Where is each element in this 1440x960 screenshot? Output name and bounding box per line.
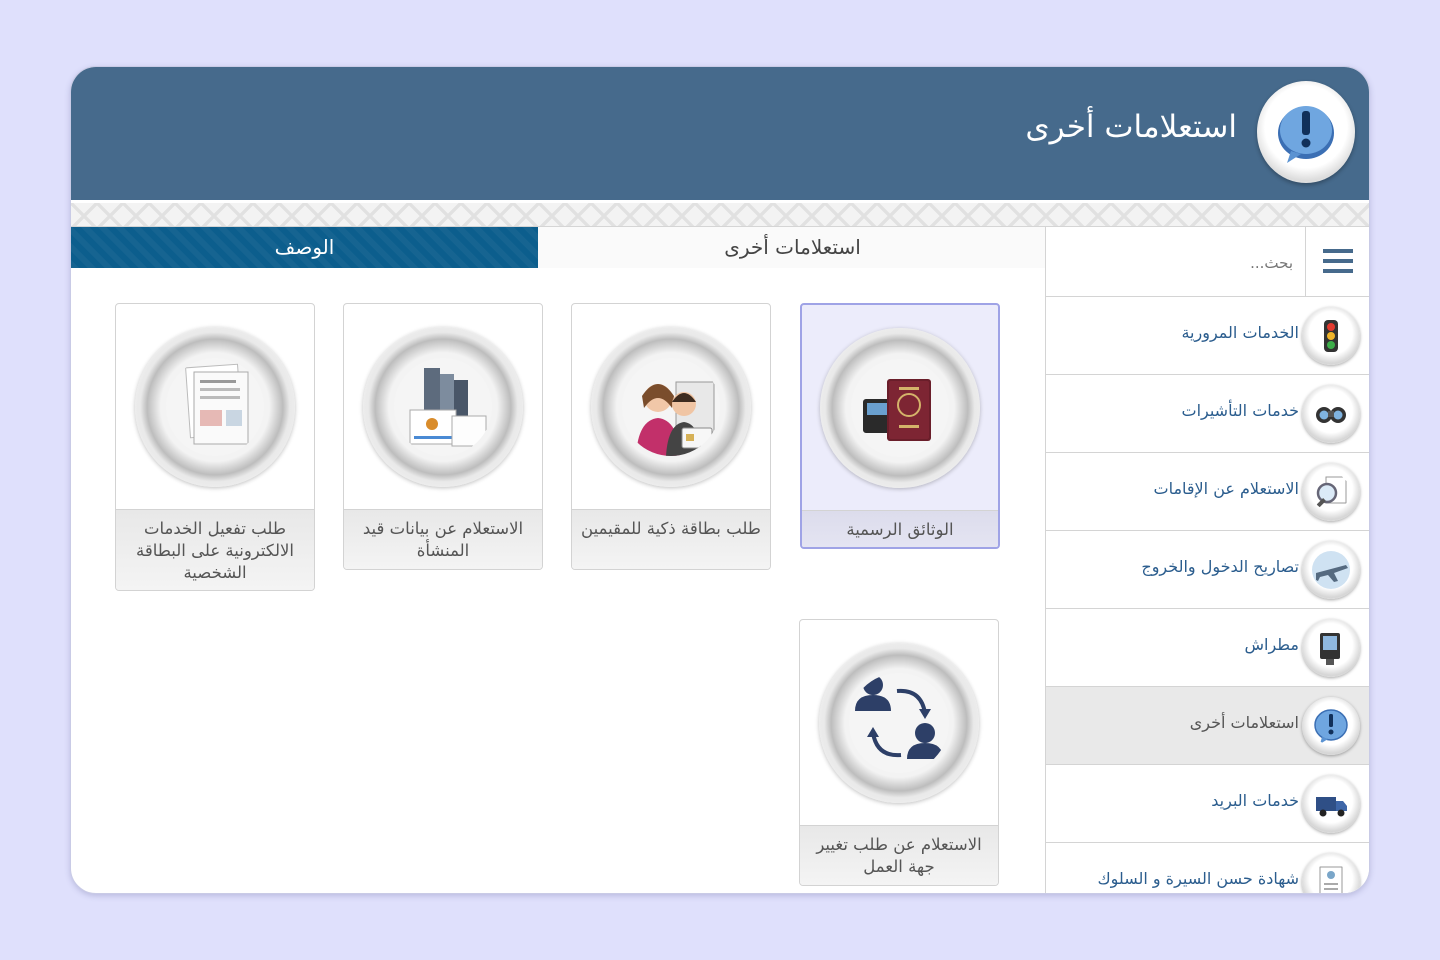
sidebar-item-postal-services[interactable]: خدمات البريد xyxy=(1046,765,1369,843)
service-card-activate-e-services[interactable]: طلب تفعيل الخدمات الالكترونية على البطاق… xyxy=(115,303,315,591)
delivery-truck-icon xyxy=(1302,775,1360,833)
sidebar-item-label: استعلامات أخرى xyxy=(1189,713,1299,732)
service-card-official-documents[interactable]: الوثائق الرسمية xyxy=(800,303,1000,549)
sidebar-item-other-inquiries[interactable]: استعلامات أخرى xyxy=(1046,687,1369,765)
search-row xyxy=(1046,227,1369,297)
passport-icon xyxy=(820,327,980,488)
sidebar-item-good-conduct-certificate[interactable]: شهادة حسن السيرة و السلوك xyxy=(1046,843,1369,893)
page-header: استعلامات أخرى xyxy=(71,67,1369,200)
sidebar-item-label: الخدمات المرورية xyxy=(1181,323,1299,342)
resident-id-card-icon xyxy=(591,326,751,487)
magnifier-document-icon xyxy=(1302,463,1360,521)
sidebar-item-label: الاستعلام عن الإقامات xyxy=(1153,479,1299,498)
binoculars-icon xyxy=(1302,385,1360,443)
certificate-icon xyxy=(1302,853,1360,893)
documents-stack-icon xyxy=(135,326,295,487)
card-label: الاستعلام عن طلب تغيير جهة العمل xyxy=(800,825,998,885)
tab-description[interactable]: الوصف xyxy=(71,227,538,268)
sidebar-item-traffic-services[interactable]: الخدمات المرورية xyxy=(1046,297,1369,375)
sidebar-item-residency-inquiry[interactable]: الاستعلام عن الإقامات xyxy=(1046,453,1369,531)
exclamation-bubble-icon xyxy=(1257,81,1355,183)
sidebar-item-label: تصاريح الدخول والخروج xyxy=(1141,557,1299,576)
sidebar-item-entry-exit-permits[interactable]: تصاريح الدخول والخروج xyxy=(1046,531,1369,609)
page-title: استعلامات أخرى xyxy=(1025,109,1237,145)
hamburger-icon xyxy=(1322,248,1353,273)
hamburger-menu-button[interactable] xyxy=(1305,227,1369,296)
sidebar-item-label: خدمات التأشيرات xyxy=(1181,401,1299,420)
service-card-resident-smart-card[interactable]: طلب بطاقة ذكية للمقيمين xyxy=(571,303,771,570)
content-tabs: الوصف استعلامات أخرى xyxy=(71,227,1047,268)
sidebar-item-label: شهادة حسن السيرة و السلوك xyxy=(1097,869,1299,888)
service-card-establishment-data[interactable]: الاستعلام عن بيانات قيد المنشأة xyxy=(343,303,543,570)
sidebar-item-metrash[interactable]: مطراش xyxy=(1046,609,1369,687)
card-label: طلب بطاقة ذكية للمقيمين xyxy=(572,509,770,569)
establishment-certificate-icon xyxy=(363,326,523,487)
kiosk-icon xyxy=(1302,619,1360,677)
traffic-light-icon xyxy=(1302,307,1360,365)
decorative-pattern-strip xyxy=(71,200,1369,227)
sidebar-item-label: خدمات البريد xyxy=(1211,791,1299,810)
airplane-icon xyxy=(1302,541,1360,599)
sidebar: الخدمات المرورية خدمات التأشيرات xyxy=(1045,227,1369,893)
sidebar-item-label: مطراش xyxy=(1244,635,1300,654)
service-card-change-employer[interactable]: الاستعلام عن طلب تغيير جهة العمل xyxy=(799,619,999,886)
people-exchange-icon xyxy=(819,642,979,803)
tab-current-section[interactable]: استعلامات أخرى xyxy=(538,227,1047,268)
card-label: الاستعلام عن بيانات قيد المنشأة xyxy=(344,509,542,569)
card-label: طلب تفعيل الخدمات الالكترونية على البطاق… xyxy=(116,509,314,590)
card-label: الوثائق الرسمية xyxy=(802,510,998,547)
app-window: استعلامات أخرى الوصف استعلامات أخرى الوث… xyxy=(70,66,1370,894)
exclamation-bubble-icon xyxy=(1302,697,1360,755)
search-input[interactable] xyxy=(1073,249,1293,277)
sidebar-item-visa-services[interactable]: خدمات التأشيرات xyxy=(1046,375,1369,453)
